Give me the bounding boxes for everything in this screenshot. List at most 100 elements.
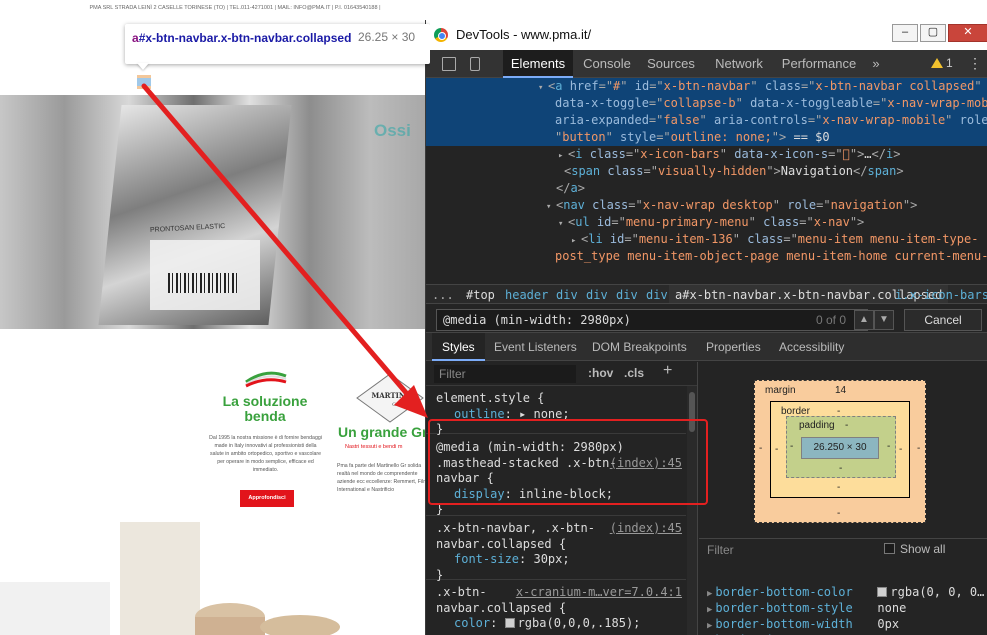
tab-elements[interactable]: Elements xyxy=(503,50,573,78)
expand-caret-icon[interactable]: ▾ xyxy=(558,216,568,231)
rule-source-link[interactable]: (index):45 xyxy=(610,456,682,472)
expand-triangle-icon[interactable]: ▶ xyxy=(707,621,712,631)
warnings-counter[interactable]: 1 xyxy=(931,56,953,70)
expand-caret-icon[interactable]: ▸ xyxy=(558,148,568,163)
more-tabs-icon[interactable]: » xyxy=(866,50,886,78)
breadcrumb-div[interactable]: div xyxy=(646,285,668,303)
maximize-button[interactable]: ▢ xyxy=(920,24,946,42)
tab-accessibility[interactable]: Accessibility xyxy=(779,333,844,361)
minimize-button[interactable]: ‒ xyxy=(892,24,918,42)
device-toolbar-icon[interactable] xyxy=(470,57,480,71)
style-rule[interactable]: @media (min-width: 2980px) .masthead-stac… xyxy=(426,437,686,516)
dom-token: x-nav-wrap-mobile xyxy=(887,96,987,110)
computed-filter-input[interactable]: Filter xyxy=(707,543,887,557)
new-rule-icon[interactable]: + xyxy=(663,362,672,380)
breadcrumb-div[interactable]: div xyxy=(586,285,608,303)
css-declaration[interactable]: font-size: 30px; xyxy=(436,552,676,568)
dom-node-selected[interactable]: ▾ <a href="#" id="x-btn-navbar" class="x-… xyxy=(426,78,987,95)
tab-dom-breakpoints[interactable]: DOM Breakpoints xyxy=(592,333,687,361)
scrollbar-thumb[interactable] xyxy=(689,392,695,432)
css-property[interactable]: display xyxy=(454,487,505,501)
dom-node[interactable]: ▸ <li id="menu-item-136" class="menu-item… xyxy=(426,231,987,248)
box-model-content[interactable]: 26.250 × 30 xyxy=(801,437,879,459)
tab-event-listeners[interactable]: Event Listeners xyxy=(494,333,577,361)
dom-node-selected[interactable]: "button" style="outline: none;"> == $0 xyxy=(426,129,987,146)
dom-node[interactable]: ▾ <nav class="x-nav-wrap desktop" role="n… xyxy=(426,197,987,214)
tab-performance[interactable]: Performance xyxy=(778,50,860,78)
style-rule[interactable]: .x-btn-navbar, .x-btn-navbar.collapsed {… xyxy=(426,518,686,582)
breadcrumb-div[interactable]: div xyxy=(556,285,578,303)
rule-source-link[interactable]: (index):45 xyxy=(610,521,682,537)
margin-right-value[interactable]: - xyxy=(917,443,920,454)
find-next-button[interactable]: ▼ xyxy=(874,310,894,330)
styles-scrollbar[interactable] xyxy=(687,386,697,635)
color-swatch-icon[interactable] xyxy=(877,587,888,597)
approfondisci-button[interactable]: Approfondisci xyxy=(240,490,294,507)
find-cancel-button[interactable]: Cancel xyxy=(904,309,982,331)
css-value[interactable]: rgba(0,0,0,.185); xyxy=(504,616,640,630)
margin-left-value[interactable]: - xyxy=(759,443,762,454)
breadcrumb-top[interactable]: #top xyxy=(466,285,495,303)
breadcrumb-header[interactable]: header xyxy=(505,285,548,303)
expand-caret-icon[interactable]: ▾ xyxy=(538,80,548,95)
tab-styles[interactable]: Styles xyxy=(432,333,485,361)
padding-top-value[interactable]: - xyxy=(845,420,848,431)
dom-token: " xyxy=(974,79,982,93)
tab-properties[interactable]: Properties xyxy=(706,333,761,361)
css-value[interactable]: inline-block; xyxy=(519,487,613,501)
hov-toggle[interactable]: :hov xyxy=(588,366,613,380)
dom-token: =" xyxy=(648,96,664,110)
find-input[interactable]: @media (min-width: 2980px) xyxy=(436,309,868,331)
rule-source-link[interactable]: x-cranium-m…ver=7.0.4:1 xyxy=(516,585,682,601)
section2-text: Pma fa parte del Martinello Gr solida re… xyxy=(337,463,430,493)
css-value[interactable]: ▸ none; xyxy=(519,407,570,421)
breadcrumb-ellipsis[interactable]: ... xyxy=(432,285,454,303)
padding-left-value[interactable]: - xyxy=(790,441,793,452)
dom-node[interactable]: </a> xyxy=(426,180,987,197)
dom-node-selected[interactable]: aria-expanded="false" aria-controls="x-n… xyxy=(426,112,987,129)
padding-bottom-value[interactable]: - xyxy=(839,463,842,474)
style-rule[interactable]: element.style {outline: ▸ none;} xyxy=(426,388,686,436)
dom-token: class xyxy=(600,164,644,178)
expand-caret-icon[interactable]: ▾ xyxy=(546,199,556,214)
close-window-button[interactable]: ✕ xyxy=(948,24,987,42)
css-property[interactable]: outline xyxy=(454,407,505,421)
cls-toggle[interactable]: .cls xyxy=(624,366,644,380)
margin-bottom-value[interactable]: - xyxy=(837,508,840,519)
expand-caret-icon[interactable]: ▸ xyxy=(571,233,581,248)
breadcrumb-div[interactable]: div xyxy=(616,285,638,303)
inspect-element-icon[interactable] xyxy=(442,57,456,71)
css-value[interactable]: 30px; xyxy=(533,552,569,566)
breadcrumb-icon-bars[interactable]: i.x-icon-bars xyxy=(895,285,987,303)
dom-node[interactable]: post_type menu-item-object-page menu-ite… xyxy=(426,248,987,265)
show-all-checkbox[interactable]: Show all xyxy=(884,542,945,556)
find-prev-button[interactable]: ▲ xyxy=(854,310,874,330)
margin-top-value[interactable]: 14 xyxy=(835,385,846,396)
padding-right-value[interactable]: - xyxy=(887,441,890,452)
dom-node[interactable]: ▾ <ul id="menu-primary-menu" class="x-nav… xyxy=(426,214,987,231)
dom-token: =" xyxy=(611,215,626,229)
dom-node[interactable]: ▸<i class="x-icon-bars" data-x-icon-s="… xyxy=(426,146,987,163)
css-property[interactable]: font-size xyxy=(454,552,519,566)
dom-token: x-nav xyxy=(813,215,850,229)
expand-triangle-icon[interactable]: ▶ xyxy=(707,605,712,615)
border-bottom-value[interactable]: - xyxy=(837,482,840,493)
border-right-value[interactable]: - xyxy=(899,444,902,455)
checkbox-icon[interactable] xyxy=(884,543,895,554)
styles-filter-input[interactable]: Filter xyxy=(434,365,576,383)
tab-console[interactable]: Console xyxy=(576,50,638,78)
css-property[interactable]: color xyxy=(454,616,490,630)
tab-network[interactable]: Network xyxy=(706,50,772,78)
css-declaration[interactable]: color: rgba(0,0,0,.185); xyxy=(436,616,676,632)
css-declaration[interactable]: display: inline-block; xyxy=(436,487,676,503)
tab-sources[interactable]: Sources xyxy=(640,50,702,78)
dom-node[interactable]: <span class="visually-hidden">Navigation… xyxy=(426,163,987,180)
expand-triangle-icon[interactable]: ▶ xyxy=(707,589,712,599)
dom-token: =" xyxy=(628,198,643,212)
border-left-value[interactable]: - xyxy=(775,444,778,455)
menu-dots-icon[interactable]: ⋮ xyxy=(968,56,982,70)
color-swatch-icon[interactable] xyxy=(504,618,515,628)
dom-node-selected[interactable]: data-x-toggle="collapse-b" data-x-toggle… xyxy=(426,95,987,112)
style-rule[interactable]: .x-btn-navbar.collapsed {color: rgba(0,0… xyxy=(426,582,686,635)
css-declaration[interactable]: outline: ▸ none; xyxy=(436,407,676,423)
